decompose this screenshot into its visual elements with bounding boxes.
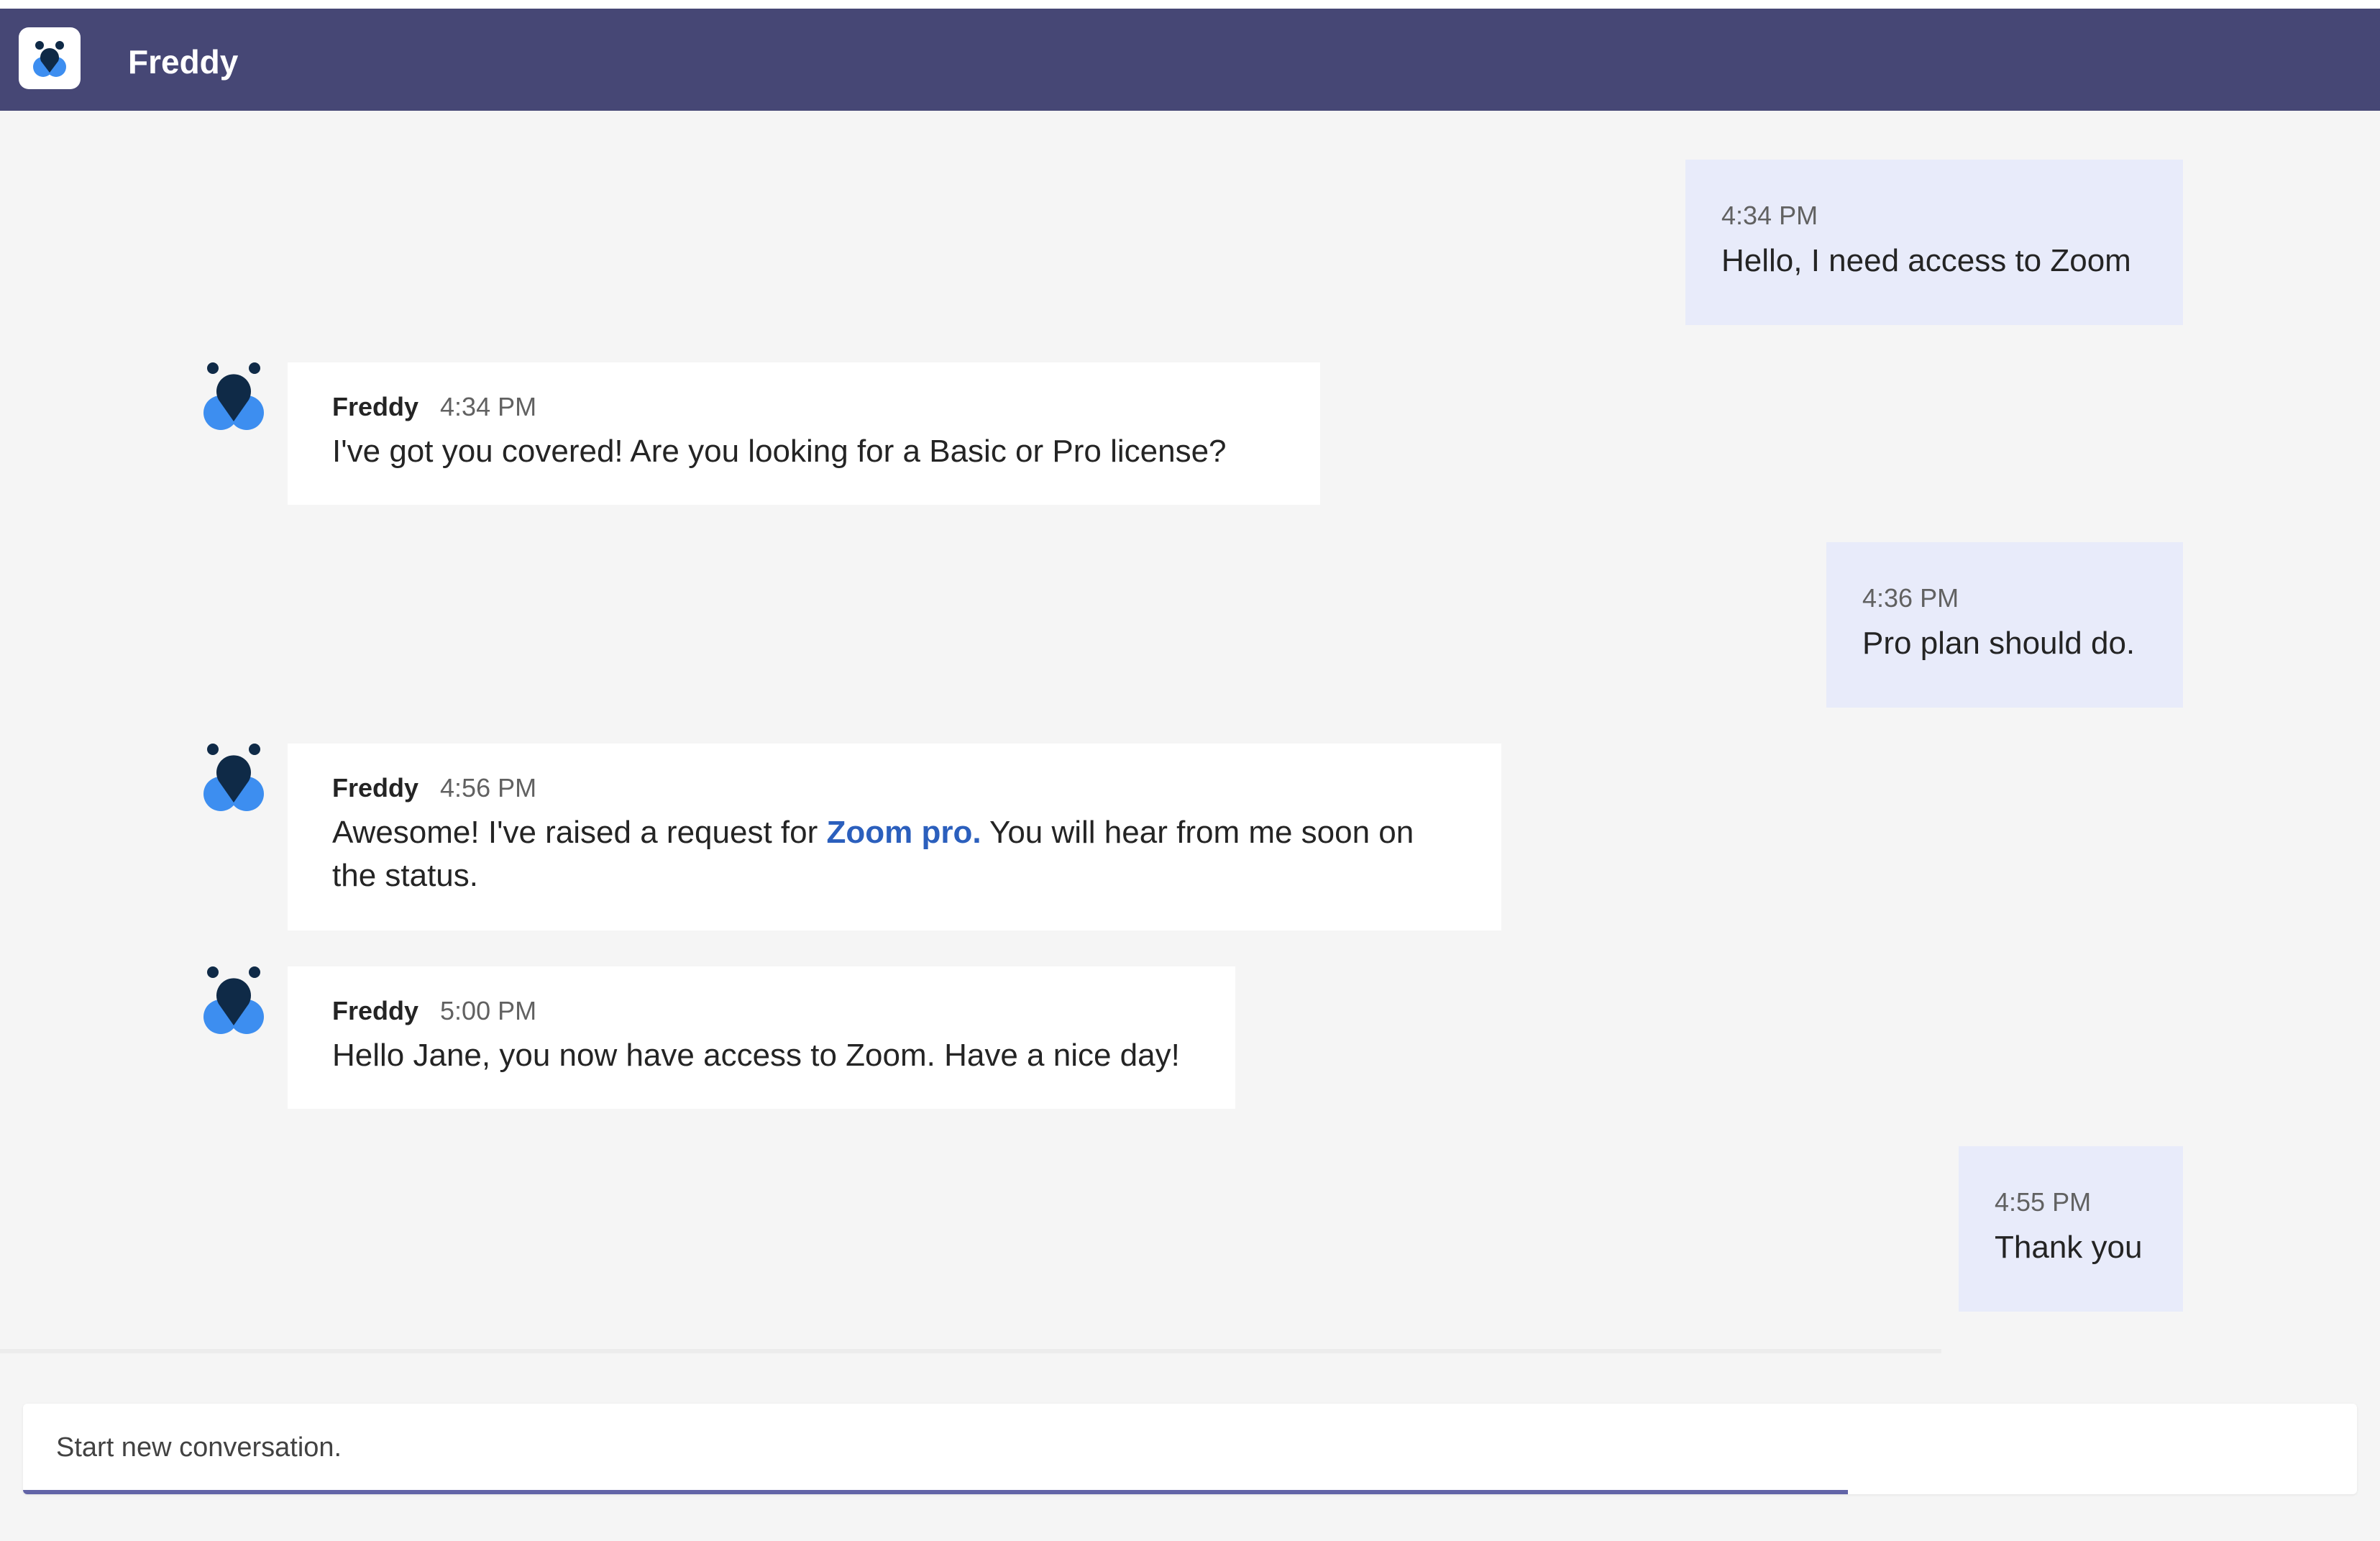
message-text: Awesome! I've raised a request for Zoom … [332, 811, 1457, 897]
freddy-avatar-icon [203, 966, 264, 1034]
freddy-avatar-icon [203, 362, 264, 430]
freddy-app-icon[interactable] [19, 27, 81, 89]
bot-message: Freddy 4:56 PM Awesome! I've raised a re… [288, 744, 1501, 930]
user-message: 4:55 PM Thank you [1959, 1146, 2183, 1312]
chat-title: Freddy [128, 43, 239, 81]
bot-message: Freddy 4:34 PM I've got you covered! Are… [288, 362, 1320, 505]
bot-message: Freddy 5:00 PM Hello Jane, you now have … [288, 966, 1235, 1109]
composer-divider [0, 1349, 1941, 1353]
message-text: Thank you [1995, 1230, 2143, 1265]
user-message: 4:34 PM Hello, I need access to Zoom [1685, 160, 2183, 325]
message-composer[interactable] [23, 1404, 2357, 1494]
chat-header: Freddy [0, 9, 2380, 111]
message-timestamp: 5:00 PM [440, 996, 537, 1025]
new-conversation-input[interactable] [55, 1425, 2215, 1470]
message-text: I've got you covered! Are you looking fo… [332, 434, 1227, 469]
message-timestamp: 4:56 PM [440, 773, 537, 802]
zoom-pro-link[interactable]: Zoom pro. [826, 815, 981, 850]
message-list: 4:34 PM Hello, I need access to Zoom Fre… [0, 111, 2380, 1348]
bot-face-icon [33, 41, 66, 77]
user-message: 4:36 PM Pro plan should do. [1826, 542, 2183, 708]
message-text: Pro plan should do. [1862, 626, 2136, 661]
message-timestamp: 4:34 PM [1721, 201, 1818, 230]
message-sender: Freddy [332, 996, 419, 1025]
freddy-avatar-icon [203, 744, 264, 811]
composer-focus-underline [23, 1490, 1848, 1494]
message-timestamp: 4:36 PM [1862, 583, 1959, 613]
message-timestamp: 4:34 PM [440, 392, 537, 421]
window-top-strip [0, 0, 2380, 9]
message-text: Hello, I need access to Zoom [1721, 243, 2131, 278]
chat-app: Freddy 4:34 PM Hello, I need access to Z… [0, 0, 2380, 1541]
message-timestamp: 4:55 PM [1995, 1187, 2092, 1217]
message-sender: Freddy [332, 392, 419, 421]
message-text: Hello Jane, you now have access to Zoom.… [332, 1038, 1180, 1073]
message-sender: Freddy [332, 773, 419, 802]
message-text-part: Awesome! I've raised a request for [332, 815, 827, 850]
